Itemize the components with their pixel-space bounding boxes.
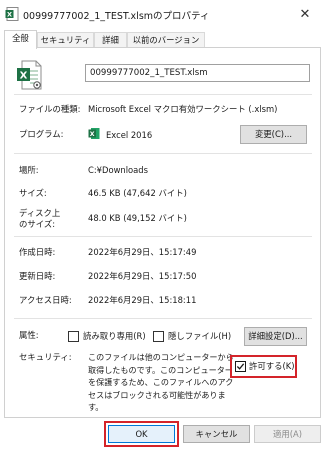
security-warning-text: このファイルは他のコンピューターから取得したものです。このコンピューターを保護す… [88, 352, 234, 413]
checkmark-icon [236, 363, 245, 370]
allow-checkbox[interactable] [235, 361, 246, 372]
close-icon: ✕ [299, 6, 311, 22]
size-on-disk-label-line2: のサイズ: [19, 219, 56, 229]
excel-app-icon: X [88, 128, 100, 139]
hidden-checkbox[interactable] [153, 331, 164, 342]
size-on-disk-value: 48.0 KB (49,152 バイト) [88, 213, 187, 223]
change-program-button[interactable]: 変更(C)... [240, 125, 307, 144]
excel-file-large-icon: X [17, 60, 42, 90]
size-label: サイズ: [19, 188, 47, 198]
tab-details[interactable]: 詳細 [94, 32, 127, 47]
program-value: Excel 2016 [106, 130, 153, 140]
tab-general-label: 全般 [12, 33, 29, 43]
program-label: プログラム: [19, 129, 64, 139]
separator [14, 94, 312, 95]
tab-security[interactable]: セキュリティ [37, 32, 94, 47]
apply-button[interactable]: 適用(A) [254, 425, 321, 443]
title-bar: X 00999777002_1_TEST.xlsmのプロパティ ✕ [0, 0, 325, 28]
separator [14, 318, 312, 319]
readonly-label[interactable]: 読み取り専用(R) [83, 331, 146, 342]
excel-file-icon: X [5, 7, 19, 21]
cancel-button[interactable]: キャンセル [183, 425, 250, 443]
separator [14, 236, 312, 237]
svg-text:X: X [20, 71, 28, 82]
accessed-value: 2022年6月29日、15:18:11 [88, 295, 197, 305]
ok-button[interactable]: OK [108, 425, 175, 443]
location-value: C:¥Downloads [88, 165, 148, 175]
file-type-value: Microsoft Excel マクロ有効ワークシート (.xlsm) [88, 104, 278, 114]
tab-previous-versions[interactable]: 以前のバージョン [127, 32, 205, 47]
created-label: 作成日時: [19, 247, 56, 257]
separator [14, 153, 312, 154]
created-value: 2022年6月29日、15:17:49 [88, 247, 197, 257]
file-name-input[interactable]: 00999777002_1_TEST.xlsm [85, 64, 310, 82]
tab-security-label: セキュリティ [40, 35, 91, 45]
security-label: セキュリティ: [19, 352, 72, 362]
hidden-label[interactable]: 隠しファイル(H) [168, 331, 231, 342]
advanced-attributes-button[interactable]: 詳細設定(D)... [244, 327, 307, 346]
size-on-disk-label-line1: ディスク上 [19, 208, 61, 218]
file-type-label: ファイルの種類: [19, 104, 81, 114]
attributes-label: 属性: [19, 330, 39, 340]
tab-previous-versions-label: 以前のバージョン [132, 35, 200, 45]
svg-text:X: X [7, 11, 12, 19]
allow-label[interactable]: 許可する(K) [249, 361, 295, 372]
close-button[interactable]: ✕ [290, 3, 320, 25]
tab-general[interactable]: 全般 [4, 30, 37, 49]
modified-label: 更新日時: [19, 271, 56, 281]
location-label: 場所: [19, 165, 39, 175]
tab-strip: 全般 セキュリティ 詳細 以前のバージョン [4, 30, 321, 49]
modified-value: 2022年6月29日、15:17:50 [88, 271, 197, 281]
accessed-label: アクセス日時: [19, 295, 72, 305]
size-value: 46.5 KB (47,642 バイト) [88, 188, 187, 198]
tab-details-label: 詳細 [102, 35, 119, 45]
svg-text:X: X [90, 131, 95, 138]
window-title: 00999777002_1_TEST.xlsmのプロパティ [23, 11, 210, 22]
readonly-checkbox[interactable] [68, 331, 79, 342]
